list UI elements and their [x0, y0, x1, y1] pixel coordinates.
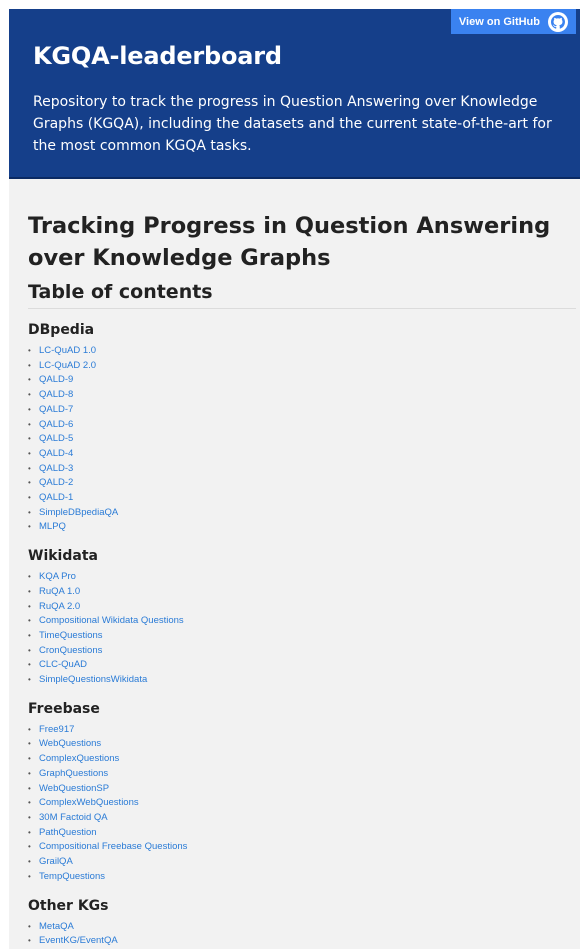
toc-section-freebase: Freebase Free917WebQuestionsComplexQuesti…	[28, 700, 576, 885]
site-header: View on GitHub KGQA-leaderboard Reposito…	[9, 9, 580, 179]
toc-link[interactable]: QALD-2	[28, 476, 576, 491]
toc-link[interactable]: SimpleQuestionsWikidata	[28, 673, 576, 688]
toc-link[interactable]: WebQuestions	[28, 737, 576, 752]
toc-link[interactable]: QALD-1	[28, 491, 576, 506]
toc-link[interactable]: QALD-8	[28, 388, 576, 403]
toc-section-dbpedia: DBpediaLC-QuAD 1.0LC-QuAD 2.0QALD-9QALD-…	[28, 321, 576, 535]
toc-section-heading: Other KGs	[28, 897, 109, 914]
toc-link[interactable]: MLPQ	[28, 520, 576, 535]
toc-link[interactable]: QALD-5	[28, 432, 576, 447]
main-content: Tracking Progress in Question Answering …	[28, 210, 576, 949]
site-title: KGQA-leaderboard	[33, 42, 282, 70]
toc-section-heading: DBpedia	[28, 322, 95, 338]
toc-link[interactable]: Free917	[28, 723, 576, 738]
toc-link[interactable]: CLC-QuAD	[28, 658, 576, 673]
toc-link[interactable]: QALD-3	[28, 462, 576, 477]
toc-link[interactable]: QALD-9	[28, 373, 576, 388]
github-button-label: View on GitHub	[458, 15, 540, 28]
toc-section-heading: Freebase	[28, 700, 100, 717]
toc-link[interactable]: Compositional Freebase Questions	[28, 840, 576, 855]
toc-link[interactable]: SimpleDBpediaQA	[28, 506, 576, 521]
toc-link[interactable]: TempQuestions	[28, 870, 576, 885]
toc-section-heading: Wikidata	[28, 548, 98, 565]
toc-title: Table of contents	[28, 278, 576, 309]
toc-link[interactable]: QALD-7	[28, 403, 576, 418]
toc-link[interactable]: Compositional Wikidata Questions	[28, 614, 576, 629]
toc-link[interactable]: RuQA 2.0	[28, 600, 576, 615]
toc-link[interactable]: PathQuestion	[28, 826, 576, 841]
toc-link[interactable]: ComplexQuestions	[28, 752, 576, 767]
toc-link[interactable]: MetaQA	[28, 920, 576, 935]
toc-link-list: KQA ProRuQA 1.0RuQA 2.0Compositional Wik…	[28, 570, 576, 688]
site-description: Repository to track the progress in Ques…	[33, 94, 552, 154]
toc-link-list: MetaQAEventKG/EventQA	[28, 920, 576, 949]
toc-section-wikidata: Wikidata KQA ProRuQA 1.0RuQA 2.0Compositi…	[28, 547, 576, 688]
toc-link[interactable]: QALD-6	[28, 418, 576, 433]
toc-link[interactable]: ComplexWebQuestions	[28, 796, 576, 811]
toc-link-list: Free917WebQuestionsComplexQuestionsGraph…	[28, 723, 576, 885]
toc-link[interactable]: EventKG/EventQA	[28, 934, 576, 949]
page-left-margin	[0, 0, 9, 949]
page-title: Tracking Progress in Question Answering …	[28, 213, 551, 271]
github-icon	[548, 11, 568, 32]
page-top-margin	[0, 0, 580, 9]
toc-section-other-kgs: Other KGs MetaQAEventKG/EventQA	[28, 897, 576, 949]
view-on-github-button[interactable]: View on GitHub	[450, 9, 576, 34]
toc-link[interactable]: RuQA 1.0	[28, 585, 576, 600]
toc-link[interactable]: WebQuestionSP	[28, 782, 576, 797]
toc-link[interactable]: QALD-4	[28, 447, 576, 462]
toc-link[interactable]: KQA Pro	[28, 570, 576, 585]
toc-link[interactable]: 30M Factoid QA	[28, 811, 576, 826]
toc-link[interactable]: LC-QuAD 2.0	[28, 359, 576, 374]
toc-link[interactable]: CronQuestions	[28, 644, 576, 659]
toc-link[interactable]: GraphQuestions	[28, 767, 576, 782]
toc-sections: DBpediaLC-QuAD 1.0LC-QuAD 2.0QALD-9QALD-…	[28, 321, 576, 949]
toc-link-list: LC-QuAD 1.0LC-QuAD 2.0QALD-9QALD-8QALD-7…	[28, 344, 576, 535]
toc-link[interactable]: GrailQA	[28, 855, 576, 870]
toc-link[interactable]: LC-QuAD 1.0	[28, 344, 576, 359]
toc-link[interactable]: TimeQuestions	[28, 629, 576, 644]
